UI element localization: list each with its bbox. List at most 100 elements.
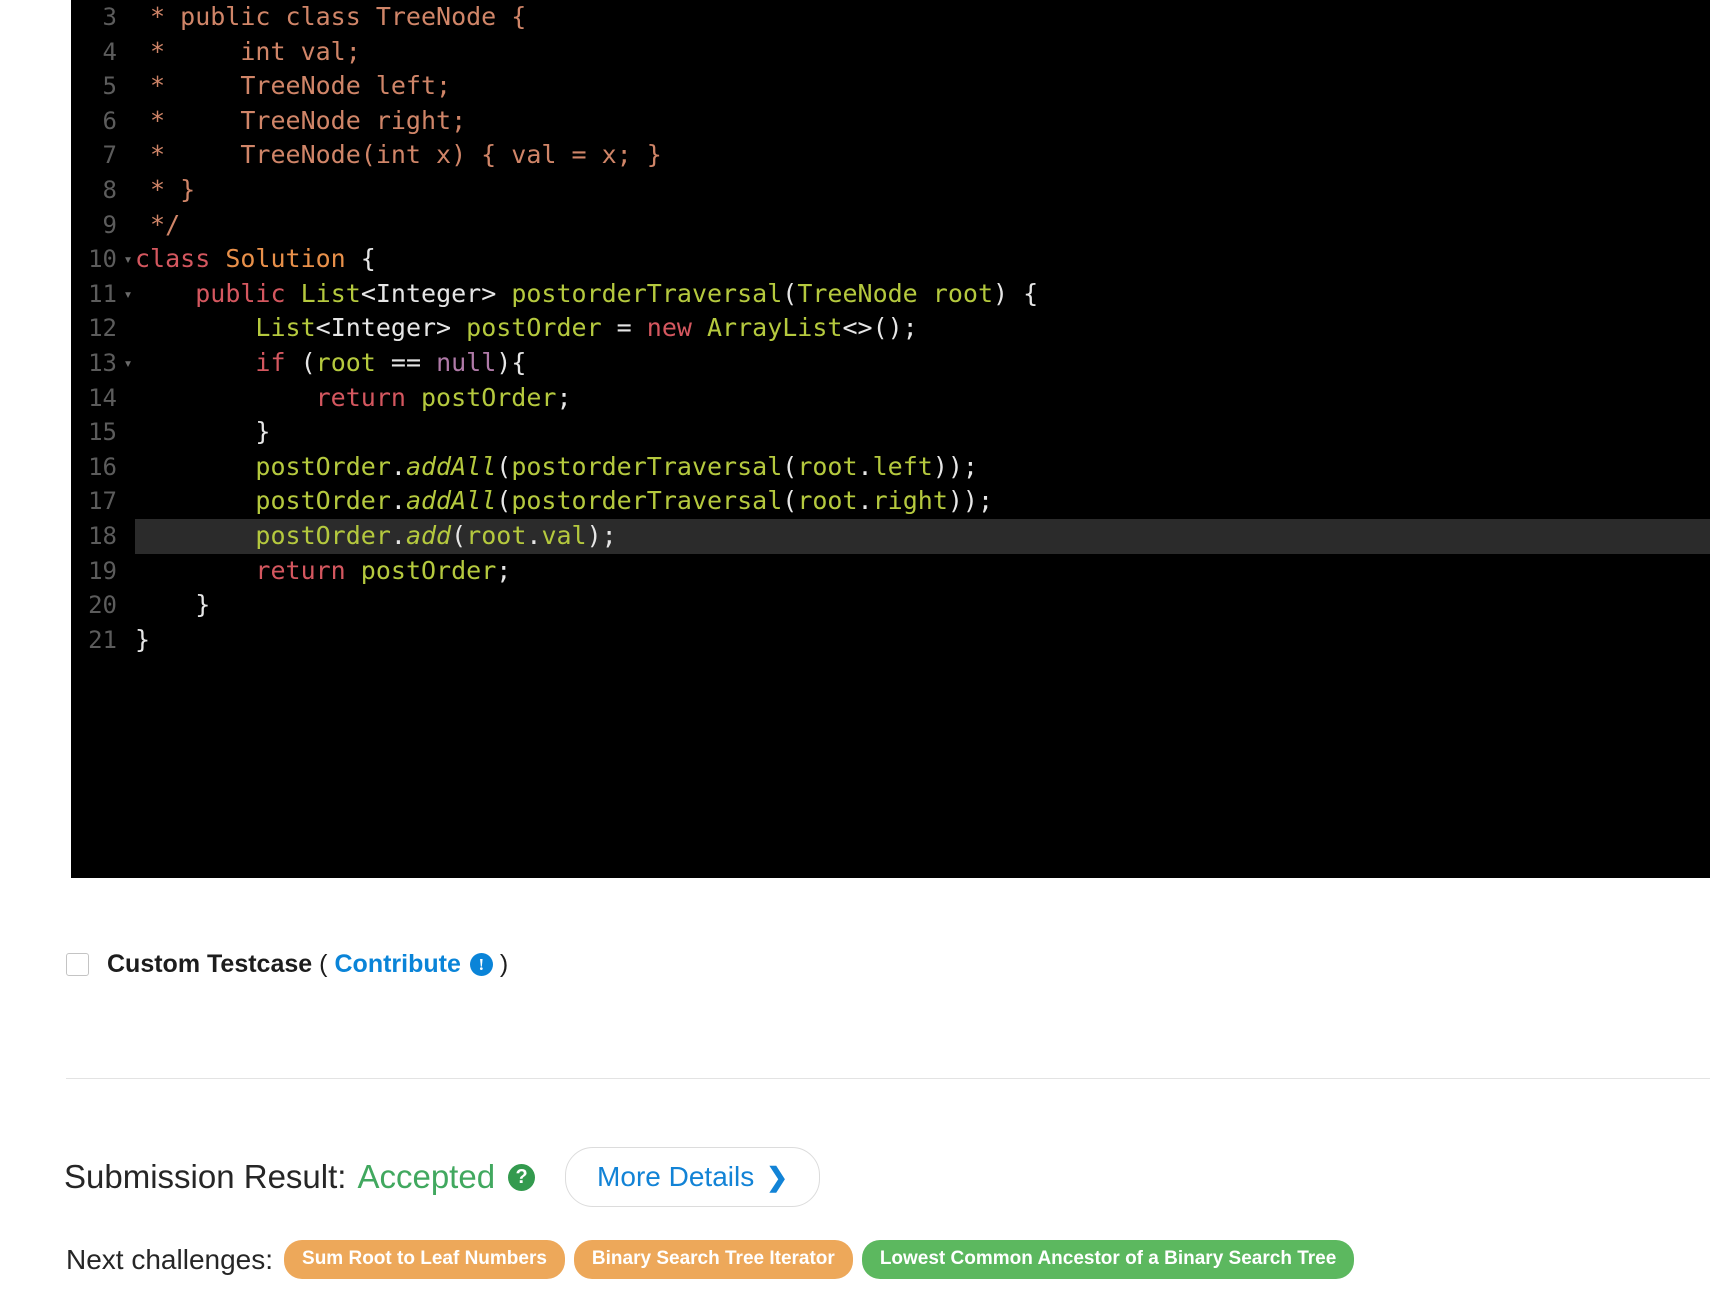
code-token: null <box>436 347 497 377</box>
code-token: * public class TreeNode { <box>135 2 527 31</box>
next-challenge-pill[interactable]: Sum Root to Leaf Numbers <box>284 1240 565 1279</box>
code-token: root <box>315 347 376 377</box>
code-line[interactable]: 14 return postOrder; <box>71 381 1710 416</box>
code-token: * int val; <box>135 36 361 66</box>
code-token: ); <box>586 520 617 550</box>
next-challenge-pill[interactable]: Binary Search Tree Iterator <box>573 1240 853 1279</box>
code-line-text: } <box>135 415 270 450</box>
code-token: TreeNode root <box>797 278 993 308</box>
code-token: )); <box>947 486 994 516</box>
code-line[interactable]: 6 * TreeNode right; <box>71 104 1710 139</box>
code-line-text: List<Integer> postOrder = new ArrayList<… <box>135 311 918 346</box>
code-token: * } <box>135 174 196 204</box>
line-number: 4 <box>102 37 117 66</box>
code-token: ( <box>782 451 798 481</box>
code-line[interactable]: 21} <box>71 623 1710 658</box>
code-line-text: * TreeNode left; <box>135 69 451 104</box>
code-token: ; <box>556 382 572 412</box>
code-line-text: return postOrder; <box>135 381 572 416</box>
code-token: if <box>255 347 286 377</box>
code-token: <Integer> <box>315 313 467 343</box>
code-token: ( <box>451 520 467 550</box>
code-line-text: */ <box>135 208 180 243</box>
code-token: postorderTraversal <box>511 451 783 481</box>
code-token: postOrder <box>421 382 557 412</box>
code-line-text: return postOrder; <box>135 554 511 589</box>
more-details-button[interactable]: More Details ❯ <box>565 1147 821 1207</box>
info-exclamation-icon[interactable]: ! <box>469 953 493 976</box>
code-line[interactable]: 3 * public class TreeNode { <box>71 0 1710 35</box>
code-editor[interactable]: 3 * public class TreeNode {4 * int val; 5… <box>71 0 1710 878</box>
code-token: postOrder <box>255 451 391 481</box>
code-line[interactable]: 4 * int val; <box>71 35 1710 70</box>
code-token: ; <box>496 555 512 585</box>
fold-arrow-icon[interactable]: ▾ <box>121 242 135 277</box>
code-line[interactable]: 9 */ <box>71 208 1710 243</box>
code-token: . <box>390 451 406 481</box>
code-token: . <box>390 520 406 550</box>
code-line[interactable]: 19 return postOrder; <box>71 554 1710 589</box>
code-line[interactable]: 17 postOrder.addAll(postorderTraversal(r… <box>71 484 1710 519</box>
code-line-text: postOrder.addAll(postorderTraversal(root… <box>135 484 993 519</box>
fold-arrow-icon[interactable]: ▾ <box>121 346 135 381</box>
help-question-icon[interactable]: ? <box>508 1163 536 1191</box>
code-token: return <box>315 382 406 412</box>
code-line[interactable]: 16 postOrder.addAll(postorderTraversal(r… <box>71 450 1710 485</box>
line-number: 14 <box>88 383 117 412</box>
code-token: val <box>541 520 587 550</box>
code-token: * TreeNode left; <box>135 71 452 101</box>
code-token: <>(); <box>842 313 918 343</box>
more-details-label: More Details <box>597 1161 755 1192</box>
fold-arrow-icon[interactable]: ▾ <box>121 277 135 312</box>
code-token: root <box>466 520 527 550</box>
code-token: ) { <box>993 278 1039 308</box>
custom-testcase-row: Custom Testcase ( Contribute ! ) <box>66 950 515 979</box>
line-number: 6 <box>102 106 117 135</box>
code-line[interactable]: 10 ▾ class Solution { <box>71 242 1710 277</box>
code-token: ( <box>496 451 512 481</box>
contribute-link[interactable]: Contribute <box>335 950 461 979</box>
code-token: root <box>797 451 858 481</box>
code-line-text: if (root == null){ <box>135 346 526 381</box>
code-line[interactable]: 5 * TreeNode left; <box>71 69 1710 104</box>
line-number: 17 <box>88 487 117 516</box>
code-line[interactable]: 8 * } <box>71 173 1710 208</box>
custom-testcase-label: Custom Testcase <box>107 950 313 978</box>
line-number: 9 <box>102 210 117 239</box>
code-line[interactable]: 11 ▾ public List<Integer> postorderTraver… <box>71 277 1710 312</box>
code-line[interactable]: 12 List<Integer> postOrder = new ArrayLi… <box>71 311 1710 346</box>
code-token: postOrder <box>255 486 391 516</box>
code-line[interactable]: 13 ▾ if (root == null){ <box>71 346 1710 381</box>
code-token: List <box>255 313 316 343</box>
code-line[interactable]: 18 postOrder.add(root.val); <box>71 518 1710 554</box>
custom-testcase-checkbox[interactable] <box>66 953 89 976</box>
line-number: 19 <box>88 556 117 585</box>
code-token: ( <box>496 486 512 516</box>
code-line-text: } <box>135 588 210 623</box>
next-challenges-row: Next challenges: Sum Root to Leaf Number… <box>66 1240 1363 1279</box>
code-token: postOrder <box>466 313 602 343</box>
code-line[interactable]: 20 } <box>71 588 1710 623</box>
code-token: } <box>135 624 151 654</box>
code-editor-scroll-area[interactable]: 3 * public class TreeNode {4 * int val; 5… <box>71 0 1710 878</box>
line-number: 12 <box>88 314 117 343</box>
code-token: right <box>872 486 948 516</box>
code-token: . <box>857 451 873 481</box>
code-token: ( <box>782 278 798 308</box>
code-line[interactable]: 15 } <box>71 415 1710 450</box>
code-token: Solution <box>225 244 346 274</box>
next-challenges-label: Next challenges: <box>66 1243 274 1275</box>
code-token: add <box>405 520 452 550</box>
line-number: 15 <box>88 418 117 447</box>
code-line-text: * TreeNode right; <box>135 104 466 139</box>
code-token: )); <box>932 451 978 481</box>
code-line[interactable]: 7 * TreeNode(int x) { val = x; } <box>71 138 1710 173</box>
next-challenge-pill[interactable]: Lowest Common Ancestor of a Binary Searc… <box>861 1240 1355 1279</box>
